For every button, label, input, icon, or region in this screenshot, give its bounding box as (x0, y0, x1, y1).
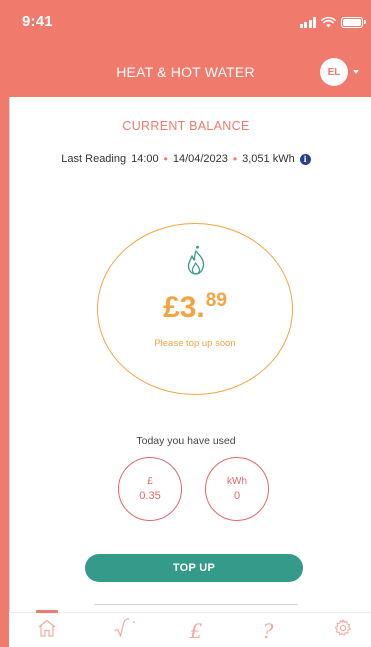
phone-screen: 9:41 HEAT & HOT WATER EL CURRENT BALANCE… (0, 0, 371, 647)
usage-money-circle: £ 0.35 (118, 457, 182, 521)
separator-dot: • (232, 152, 238, 166)
usage-money-value: 0.35 (139, 490, 161, 502)
active-tab-indicator (36, 610, 58, 613)
balance-amount: £3.89 (98, 290, 292, 325)
tab-home[interactable] (27, 610, 67, 647)
balance-amount-main: £3. (163, 291, 205, 324)
top-up-button[interactable]: TOP UP (85, 554, 303, 582)
divider (94, 604, 298, 605)
account-menu[interactable]: EL (320, 58, 359, 86)
signal-icon (299, 16, 316, 28)
separator-dot: • (163, 152, 168, 166)
status-icons (299, 14, 366, 30)
page-title: HEAT & HOT WATER (116, 64, 255, 80)
tab-settings[interactable] (323, 613, 363, 647)
tab-payments[interactable]: £ (176, 613, 216, 647)
balance-circle: £3.89 Please top up soon (97, 223, 293, 395)
status-bar: 9:41 (0, 0, 371, 48)
usage-energy-circle: kWh 0 (205, 457, 269, 521)
main-content: CURRENT BALANCE Last Reading 14:00 • 14/… (9, 97, 371, 647)
graph-icon (113, 618, 139, 643)
balance-heading: CURRENT BALANCE (122, 119, 250, 133)
balance-amount-pence: 89 (205, 290, 227, 311)
last-reading: Last Reading 14:00 • 14/04/2023 • 3,051 … (10, 152, 362, 166)
reading-date: 14/04/2023 (172, 153, 228, 165)
usage-energy-unit: kWh (227, 476, 247, 487)
settings-icon (333, 618, 353, 643)
last-reading-label: Last Reading (61, 153, 127, 165)
home-icon (37, 618, 57, 643)
tab-help[interactable]: ? (248, 613, 288, 647)
balance-note: Please top up soon (154, 338, 236, 349)
info-icon[interactable]: i (299, 153, 311, 165)
usage-energy-value: 0 (233, 490, 241, 502)
status-time: 9:41 (22, 13, 53, 30)
help-icon: ? (262, 618, 274, 643)
usage-heading: Today you have used (136, 435, 236, 447)
app-header: 9:41 HEAT & HOT WATER EL (0, 0, 371, 97)
reading-time: 14:00 (131, 153, 159, 165)
flame-icon (187, 245, 205, 280)
usage-money-unit: £ (147, 476, 153, 487)
tab-usage[interactable] (106, 613, 146, 647)
chevron-down-icon (353, 70, 359, 74)
tab-bar: £ ? (9, 610, 371, 647)
battery-icon (341, 16, 366, 28)
wifi-icon (321, 16, 336, 28)
avatar[interactable]: EL (320, 58, 348, 86)
pound-icon: £ (189, 618, 203, 643)
reading-value: 3,051 kWh (242, 153, 295, 165)
